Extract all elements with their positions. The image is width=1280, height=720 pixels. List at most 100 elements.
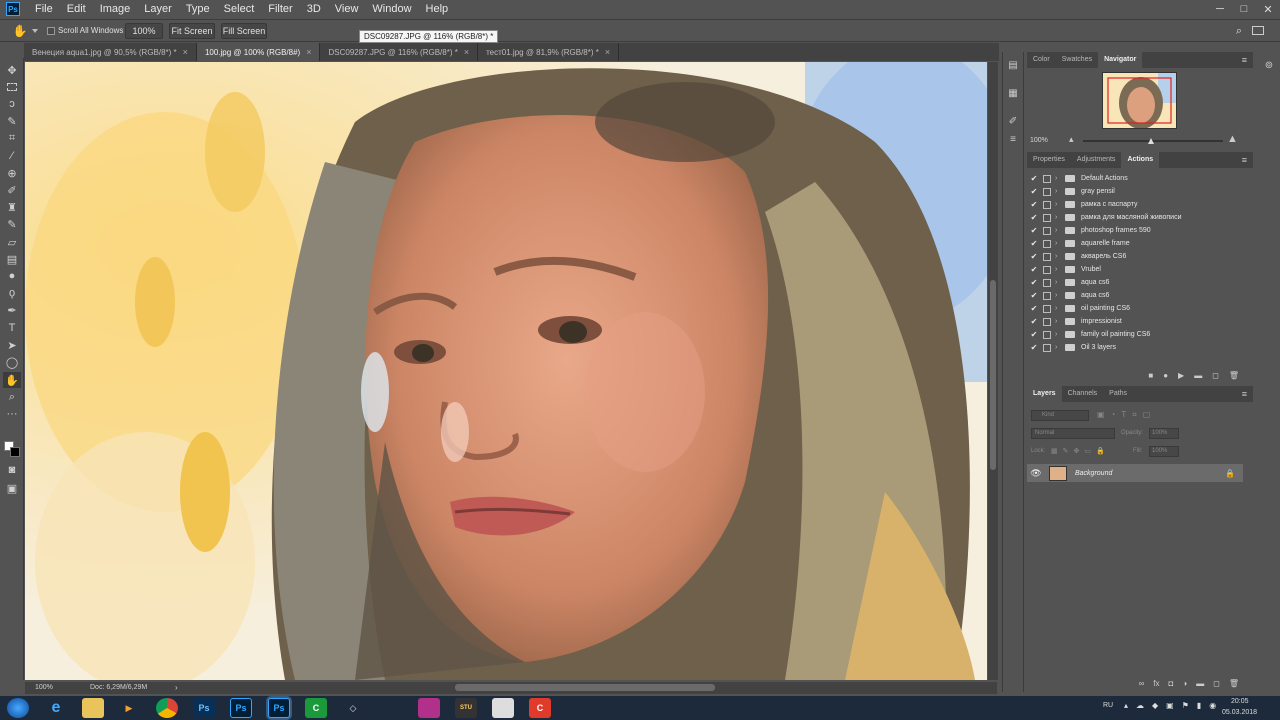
move-icon[interactable]: ✥ [3, 62, 21, 78]
add-mask-icon[interactable]: ◘ [1169, 679, 1174, 688]
lasso-icon[interactable]: ↄ [3, 96, 21, 112]
hand-icon[interactable]: ✋ [3, 372, 21, 388]
chevron-right-icon[interactable]: › [1055, 253, 1065, 260]
dialog-toggle-box[interactable] [1043, 304, 1051, 313]
tab-document-1[interactable]: Венеция aqua1.jpg @ 90,5% (RGB/8*) * × [24, 43, 197, 61]
chevron-right-icon[interactable]: › [1055, 292, 1065, 299]
panel-menu-icon[interactable]: ≡ [1242, 55, 1247, 65]
zoom-in-icon[interactable]: ▲ [1227, 133, 1238, 145]
delete-layer-icon[interactable]: 🗑 [1229, 679, 1239, 688]
action-set-row[interactable]: ✔ › aquarelle frame [1027, 237, 1253, 250]
background-color-swatch[interactable] [10, 447, 20, 457]
brush-presets-icon[interactable]: ▦ [1006, 86, 1020, 100]
screen-mode-icon[interactable]: ▣ [3, 480, 21, 496]
vertical-scroll-thumb[interactable] [990, 280, 996, 470]
tab-swatches[interactable]: Swatches [1056, 52, 1098, 68]
crop-icon[interactable]: ⌗ [3, 130, 21, 146]
action-set-row[interactable]: ✔ › family oil painting CS6 [1027, 328, 1253, 341]
menu-file[interactable]: File [28, 0, 60, 18]
scroll-all-windows-checkbox[interactable] [47, 27, 55, 35]
gradient-icon[interactable]: ▤ [3, 251, 21, 267]
action-check-icon[interactable]: ✔ [1027, 291, 1041, 300]
adjustment-layer-icon[interactable]: ◑ [1182, 679, 1187, 688]
stop-icon[interactable]: ■ [1148, 371, 1153, 380]
tab-properties[interactable]: Properties [1027, 152, 1071, 168]
menu-3d[interactable]: 3D [300, 0, 328, 18]
eye-visibility-icon[interactable]: 👁 [1027, 468, 1045, 479]
minimize-button[interactable]: ─ [1208, 0, 1232, 18]
navigator-zoom-value[interactable]: 100% [1030, 137, 1048, 144]
action-set-row[interactable]: ✔ › Oil 3 layers [1027, 341, 1253, 354]
adjustments-strip-icon[interactable]: ≡ [1006, 132, 1020, 146]
dialog-toggle-box[interactable] [1043, 174, 1051, 183]
internet-explorer-icon[interactable]: e [45, 698, 67, 718]
dialog-toggle-box[interactable] [1043, 317, 1051, 326]
layer-filter-kind[interactable]: Kind [1031, 410, 1089, 421]
action-check-icon[interactable]: ✔ [1027, 187, 1041, 196]
quick-select-icon[interactable]: ✎ [3, 113, 21, 129]
dodge-icon[interactable]: ϙ [3, 285, 21, 301]
menu-type[interactable]: Type [179, 0, 217, 18]
chevron-right-icon[interactable]: › [1055, 175, 1065, 182]
dialog-toggle-box[interactable] [1043, 330, 1051, 339]
menu-edit[interactable]: Edit [60, 0, 93, 18]
panel-menu-icon[interactable]: ≡ [1242, 155, 1247, 165]
history-panel-icon[interactable]: ▤ [1006, 58, 1020, 72]
record-icon[interactable]: ● [1163, 371, 1168, 380]
navigator-zoom-handle[interactable] [1148, 138, 1154, 144]
horizontal-scroll-thumb[interactable] [455, 684, 715, 691]
panel-menu-icon[interactable]: ≡ [1242, 389, 1247, 399]
dialog-toggle-box[interactable] [1043, 291, 1051, 300]
maximize-button[interactable]: □ [1232, 0, 1256, 18]
tab-document-2[interactable]: 100.jpg @ 100% (RGB/8#) × [196, 43, 321, 61]
action-check-icon[interactable]: ✔ [1027, 317, 1041, 326]
brush-settings-icon[interactable]: ✐ [1006, 114, 1020, 128]
new-layer-icon[interactable]: ◻ [1213, 679, 1220, 688]
new-group-icon[interactable]: ▬ [1196, 679, 1204, 688]
history-brush-icon[interactable]: ✎ [3, 216, 21, 232]
opacity-input[interactable]: 100% [1149, 428, 1179, 439]
new-action-icon[interactable]: ◻ [1212, 371, 1219, 380]
navigator-thumbnail[interactable] [1102, 72, 1177, 129]
tab-document-4[interactable]: тест01.jpg @ 81,9% (RGB/8*) * × [478, 43, 620, 61]
action-set-row[interactable]: ✔ › aqua cs6 [1027, 276, 1253, 289]
tab-close-icon[interactable]: × [605, 47, 610, 57]
inkscape-icon[interactable]: ◇ [342, 698, 364, 718]
chevron-right-icon[interactable]: › [1055, 279, 1065, 286]
app-pink-icon[interactable] [418, 698, 440, 718]
eraser-icon[interactable]: ▱ [3, 234, 21, 250]
notepad-icon[interactable] [492, 698, 514, 718]
action-check-icon[interactable]: ✔ [1027, 343, 1041, 352]
action-set-row[interactable]: ✔ › Vrubel [1027, 263, 1253, 276]
chevron-right-icon[interactable]: › [1055, 240, 1065, 247]
document-canvas[interactable] [25, 62, 987, 680]
fit-screen-button[interactable]: Fit Screen [169, 23, 215, 39]
menu-help[interactable]: Help [419, 0, 456, 18]
search-icon[interactable]: ⌕ [1232, 23, 1246, 39]
chevron-right-icon[interactable]: › [1055, 227, 1065, 234]
libraries-icon[interactable]: ⊚ [1262, 58, 1276, 72]
action-check-icon[interactable]: ✔ [1027, 265, 1041, 274]
dialog-toggle-box[interactable] [1043, 200, 1051, 209]
photoshop-active-icon[interactable]: Ps [268, 698, 290, 718]
chevron-down-icon[interactable] [32, 29, 38, 33]
chevron-right-icon[interactable]: › [1055, 305, 1065, 312]
action-set-row[interactable]: ✔ › photoshop frames 590 [1027, 224, 1253, 237]
app-studio-icon[interactable]: STU [455, 698, 477, 718]
action-check-icon[interactable]: ✔ [1027, 278, 1041, 287]
tab-close-icon[interactable]: × [464, 47, 469, 57]
action-check-icon[interactable]: ✔ [1027, 304, 1041, 313]
tab-close-icon[interactable]: × [183, 47, 188, 57]
dialog-toggle-box[interactable] [1043, 252, 1051, 261]
action-check-icon[interactable]: ✔ [1027, 226, 1041, 235]
clone-stamp-icon[interactable]: ♜ [3, 199, 21, 215]
file-explorer-icon[interactable] [82, 698, 104, 718]
action-set-row[interactable]: ✔ › рамка с паспарту [1027, 198, 1253, 211]
close-window-button[interactable]: ✕ [1256, 0, 1280, 18]
tab-actions[interactable]: Actions [1121, 152, 1160, 168]
chrome-icon[interactable] [156, 698, 178, 718]
status-arrow-icon[interactable]: › [175, 683, 178, 692]
action-set-row[interactable]: ✔ › Default Actions [1027, 172, 1253, 185]
menu-view[interactable]: View [328, 0, 366, 18]
menu-filter[interactable]: Filter [261, 0, 299, 18]
